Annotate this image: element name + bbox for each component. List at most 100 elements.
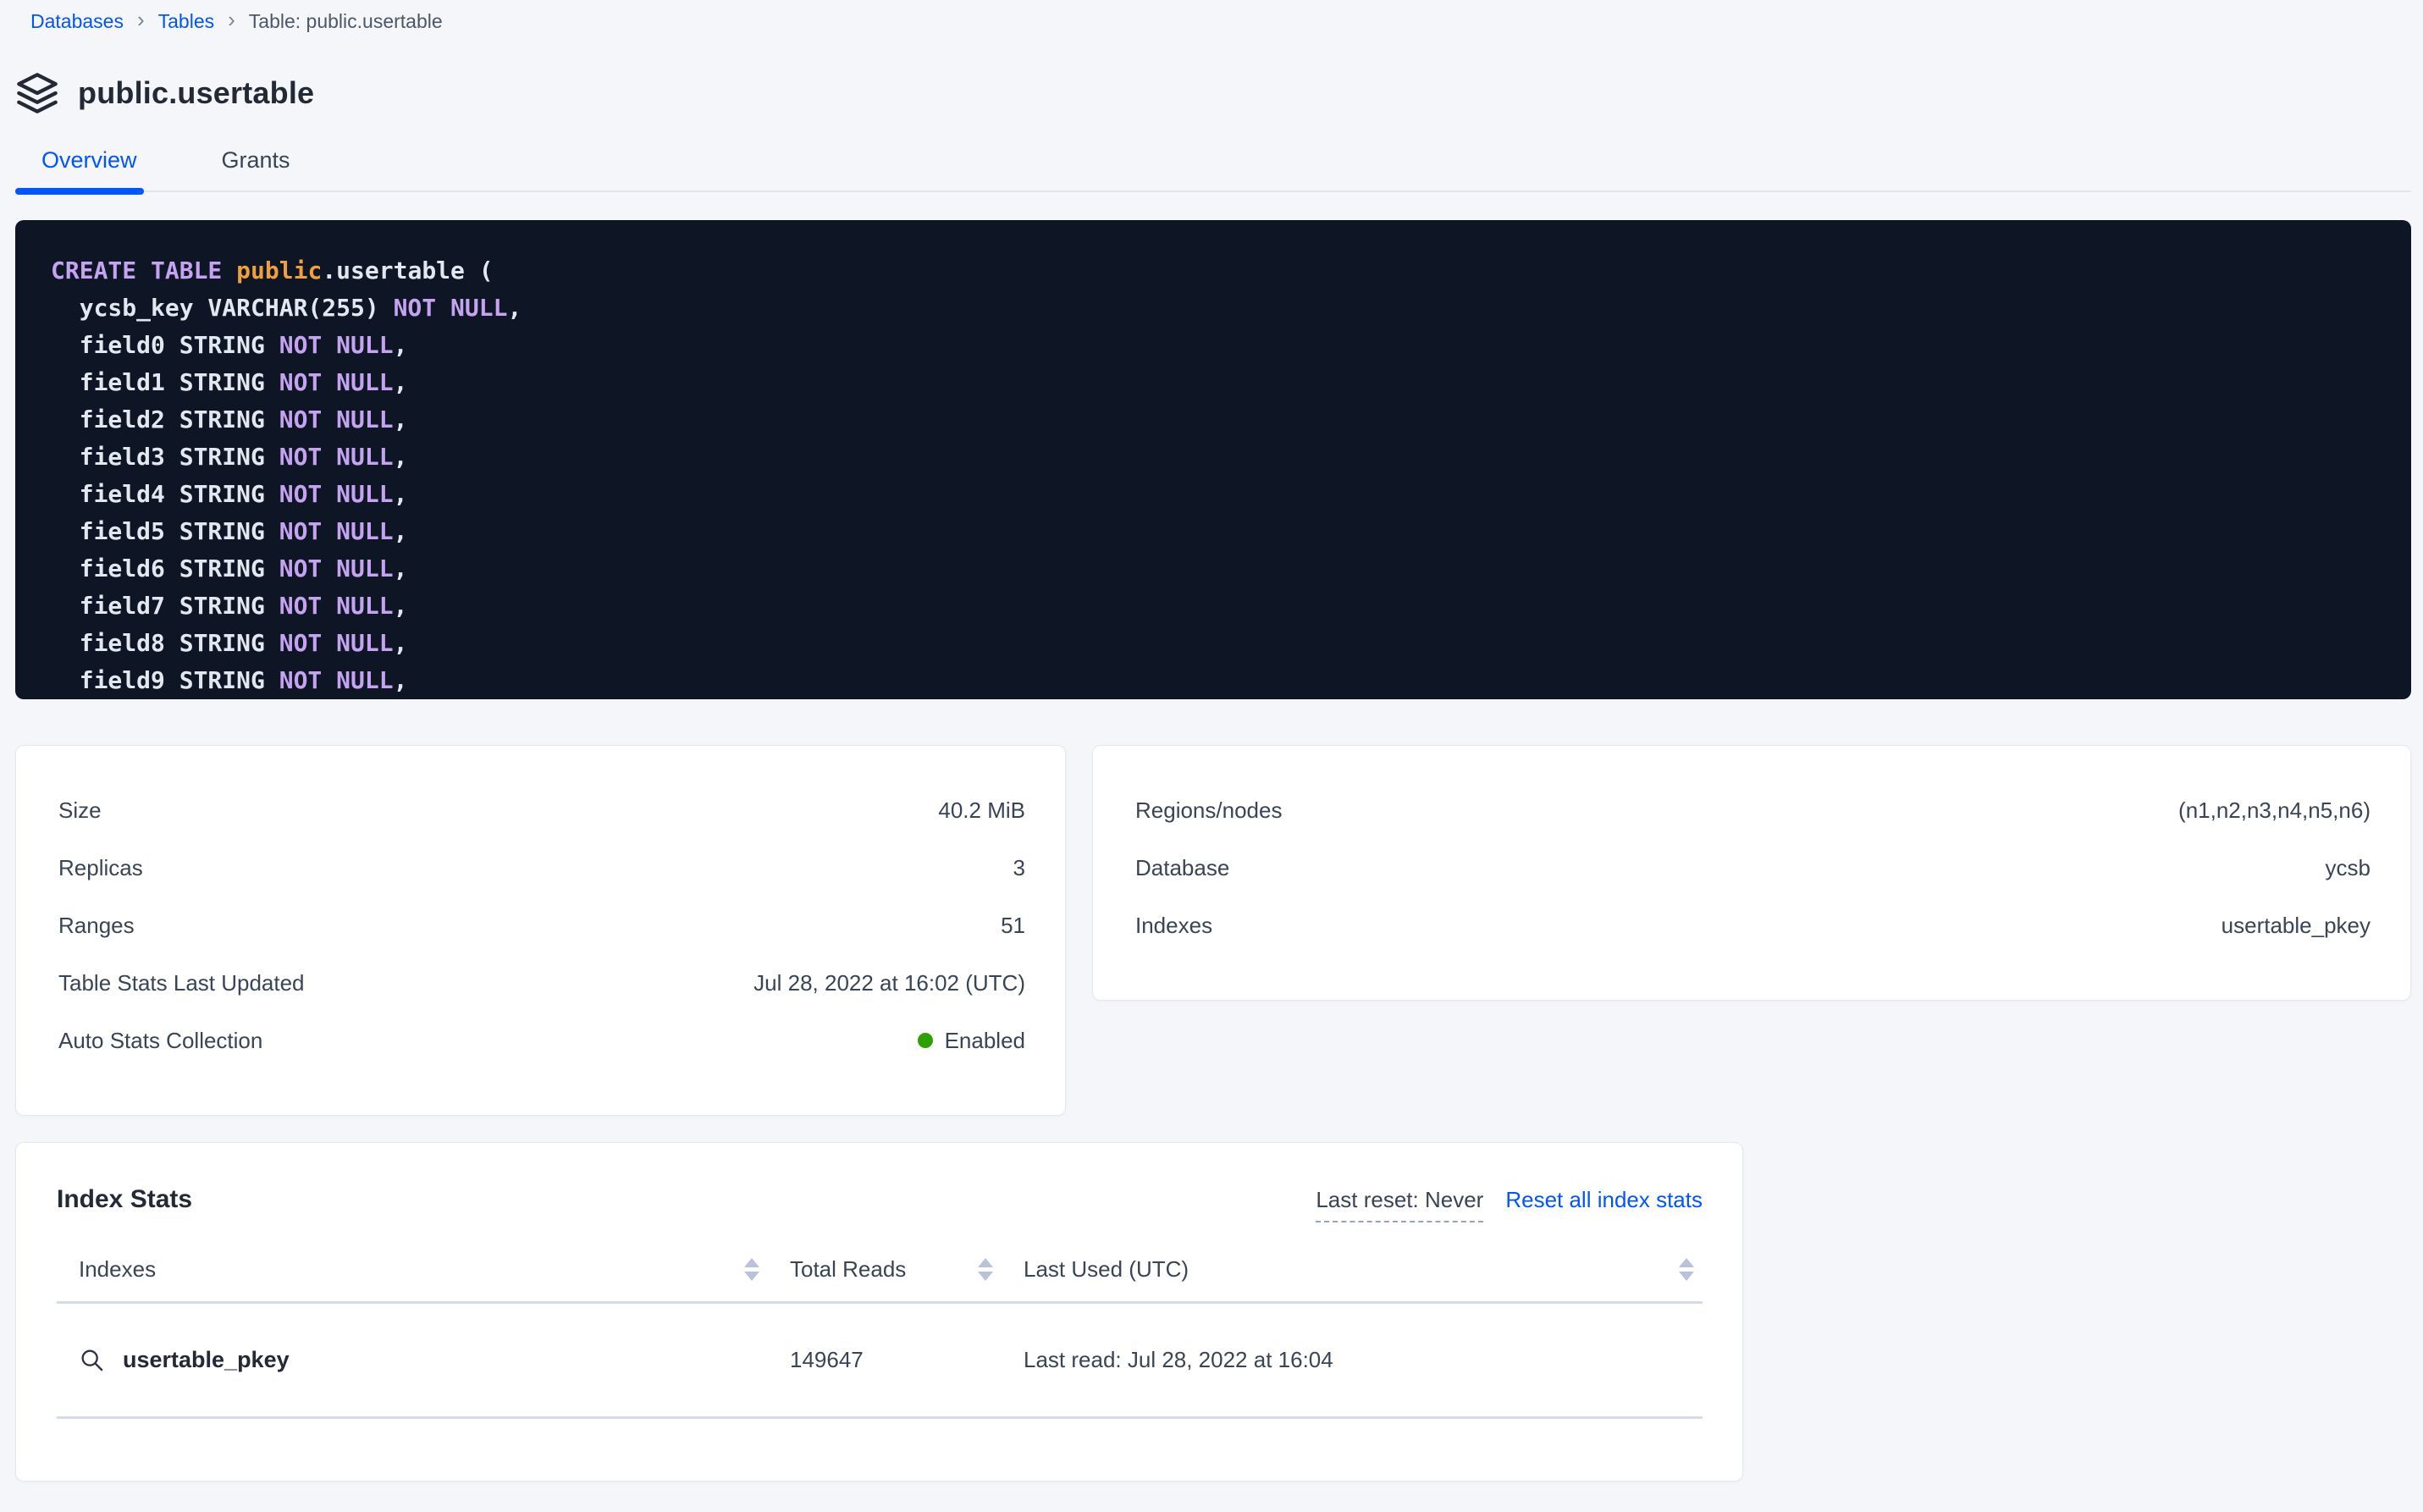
sql-comma: ,	[394, 666, 408, 694]
table-details-card: Size 40.2 MiB Replicas 3 Ranges 51 Table…	[15, 745, 1066, 1116]
sql-keyword: NOT NULL	[279, 517, 394, 545]
sql-keyword: CREATE TABLE	[51, 257, 236, 284]
total-reads-cell: 149647	[768, 1347, 1002, 1373]
sql-column-def: field3 STRING	[51, 443, 279, 471]
sql-column-def: field6 STRING	[51, 555, 279, 582]
sql-line: field3 STRING NOT NULL,	[51, 439, 2386, 476]
sql-comma: ,	[507, 294, 522, 322]
sql-line: field5 STRING NOT NULL,	[51, 513, 2386, 550]
create-table-statement-box: CREATE TABLE public.usertable ( ycsb_key…	[15, 220, 2411, 699]
index-table-row: usertable_pkey 149647 Last read: Jul 28,…	[57, 1304, 1703, 1419]
magnifier-icon	[79, 1347, 105, 1373]
stat-label: Database	[1135, 855, 1229, 881]
stat-value: Jul 28, 2022 at 16:02 (UTC)	[753, 970, 1025, 996]
index-stats-header: Index Stats Last reset: Never Reset all …	[57, 1143, 1703, 1222]
sort-icon[interactable]	[744, 1258, 759, 1281]
chevron-right-icon: ›	[137, 9, 145, 30]
stat-label: Size	[58, 797, 102, 824]
stat-value: ycsb	[2326, 855, 2371, 881]
stat-value: usertable_pkey	[2222, 913, 2371, 939]
sql-line: field4 STRING NOT NULL,	[51, 476, 2386, 513]
sql-table-name: .usertable (	[322, 257, 493, 284]
sql-comma: ,	[394, 592, 408, 620]
tab-overview[interactable]: Overview	[15, 146, 144, 190]
column-header-label: Indexes	[79, 1256, 156, 1283]
layers-stack-icon	[15, 71, 59, 115]
breadcrumb-current: Table: public.usertable	[249, 8, 443, 34]
stat-label: Regions/nodes	[1135, 797, 1282, 824]
column-header-last-used[interactable]: Last Used (UTC)	[1002, 1256, 1703, 1283]
last-reset-label: Last reset: Never	[1316, 1187, 1483, 1222]
stat-row: Auto Stats Collection Enabled	[58, 1012, 1025, 1069]
sort-icon[interactable]	[978, 1258, 993, 1281]
sort-icon[interactable]	[1679, 1258, 1694, 1281]
stat-row: Size 40.2 MiB	[58, 781, 1025, 839]
column-header-label: Total Reads	[790, 1256, 906, 1283]
stat-label: Ranges	[58, 913, 135, 939]
stat-value: 3	[1013, 855, 1025, 881]
stat-label: Auto Stats Collection	[58, 1028, 262, 1054]
sql-line: CREATE TABLE public.usertable (	[51, 252, 2386, 290]
sql-keyword: NOT NULL	[279, 443, 394, 471]
breadcrumb-link-tables[interactable]: Tables	[158, 8, 214, 34]
column-header-label: Last Used (UTC)	[1024, 1256, 1189, 1283]
sql-keyword: NOT NULL	[279, 368, 394, 396]
stat-row: Table Stats Last Updated Jul 28, 2022 at…	[58, 954, 1025, 1012]
page-header: public.usertable	[15, 71, 2423, 115]
sql-column-def: field4 STRING	[51, 480, 279, 508]
stat-value-text: Enabled	[945, 1028, 1025, 1054]
index-table-body: usertable_pkey 149647 Last read: Jul 28,…	[57, 1304, 1703, 1419]
sql-column-def: field9 STRING	[51, 666, 279, 694]
stat-value: 51	[1001, 913, 1025, 939]
column-header-total-reads[interactable]: Total Reads	[768, 1256, 1002, 1283]
stat-row: Regions/nodes (n1,n2,n3,n4,n5,n6)	[1135, 781, 2371, 839]
breadcrumb-link-databases[interactable]: Databases	[30, 8, 124, 34]
sql-comma: ,	[394, 368, 408, 396]
sql-keyword: NOT NULL	[394, 294, 508, 322]
sql-keyword: NOT NULL	[279, 331, 394, 359]
table-details-page: Databases › Tables › Table: public.usert…	[0, 0, 2423, 1512]
sql-keyword: NOT NULL	[279, 629, 394, 657]
stat-label: Table Stats Last Updated	[58, 970, 305, 996]
overview-cards: Size 40.2 MiB Replicas 3 Ranges 51 Table…	[15, 745, 2411, 1116]
breadcrumb: Databases › Tables › Table: public.usert…	[0, 0, 2423, 34]
sql-column-def: ycsb_key VARCHAR(255)	[51, 294, 394, 322]
sql-comma: ,	[394, 629, 408, 657]
sql-line: field2 STRING NOT NULL,	[51, 401, 2386, 439]
sql-column-def: field7 STRING	[51, 592, 279, 620]
column-header-indexes[interactable]: Indexes	[57, 1256, 768, 1283]
reset-all-index-stats-link[interactable]: Reset all index stats	[1505, 1187, 1703, 1213]
sql-column-def: field8 STRING	[51, 629, 279, 657]
sql-line: field9 STRING NOT NULL,	[51, 662, 2386, 699]
sql-column-def: field1 STRING	[51, 368, 279, 396]
sql-column-def: field5 STRING	[51, 517, 279, 545]
sql-comma: ,	[394, 517, 408, 545]
last-used-cell: Last read: Jul 28, 2022 at 16:04	[1002, 1347, 1703, 1373]
sql-comma: ,	[394, 406, 408, 433]
sql-line: field1 STRING NOT NULL,	[51, 364, 2386, 401]
index-table-header: Indexes Total Reads Last Used (UTC)	[57, 1256, 1703, 1304]
tab-grants-label: Grants	[222, 147, 290, 173]
index-name-link[interactable]: usertable_pkey	[123, 1347, 290, 1373]
stat-row: Indexes usertable_pkey	[1135, 897, 2371, 954]
tab-overview-label: Overview	[41, 147, 137, 173]
stat-value-text: ycsb	[2326, 855, 2371, 881]
sql-schema-name: public	[236, 257, 322, 284]
stat-value: 40.2 MiB	[938, 797, 1025, 824]
stat-value-text: (n1,n2,n3,n4,n5,n6)	[2178, 797, 2371, 824]
sql-keyword: NOT NULL	[279, 555, 394, 582]
sql-comma: ,	[394, 331, 408, 359]
stat-row: Database ycsb	[1135, 839, 2371, 897]
stat-label: Replicas	[58, 855, 143, 881]
table-placement-card: Regions/nodes (n1,n2,n3,n4,n5,n6) Databa…	[1092, 745, 2411, 1001]
stat-value: Enabled	[918, 1028, 1025, 1054]
tab-grants[interactable]: Grants	[222, 146, 297, 190]
sql-line: field0 STRING NOT NULL,	[51, 327, 2386, 364]
tab-bar: Overview Grants	[15, 146, 2411, 192]
stat-value: (n1,n2,n3,n4,n5,n6)	[2178, 797, 2371, 824]
stat-value-text: usertable_pkey	[2222, 913, 2371, 939]
sql-line: field8 STRING NOT NULL,	[51, 625, 2386, 662]
index-name-cell: usertable_pkey	[57, 1347, 768, 1373]
sql-column-def: field0 STRING	[51, 331, 279, 359]
stat-row: Ranges 51	[58, 897, 1025, 954]
